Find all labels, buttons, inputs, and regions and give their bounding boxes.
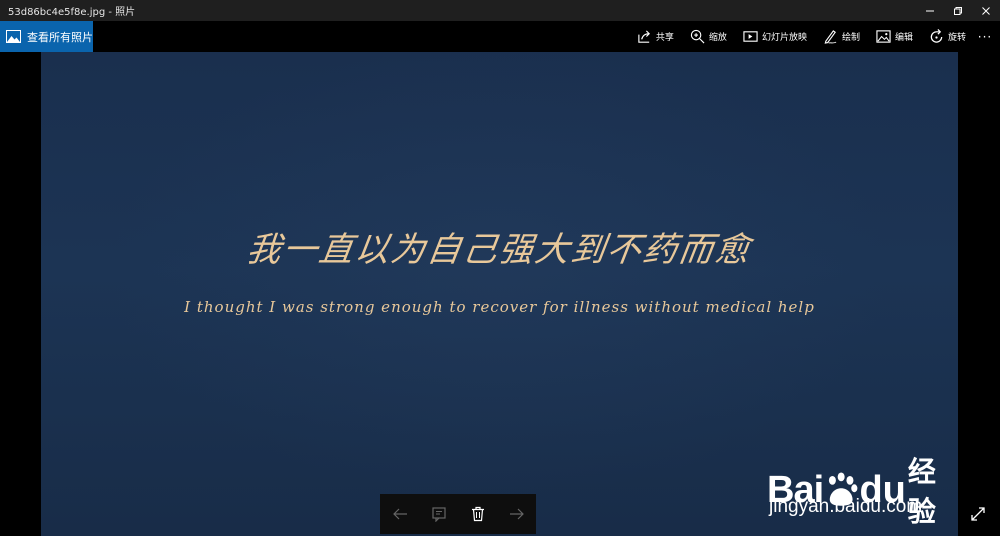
previous-button[interactable] [385, 499, 415, 529]
edit-icon [876, 30, 891, 43]
edit-button[interactable]: 编辑 [868, 21, 921, 52]
minimize-button[interactable] [916, 0, 944, 21]
baidu-logo: Bai du 经验 [767, 450, 957, 530]
zoom-button[interactable]: 缩放 [682, 21, 735, 52]
draw-icon [824, 30, 837, 44]
restore-button[interactable] [944, 0, 972, 21]
zoom-icon [690, 29, 705, 44]
info-button[interactable] [424, 499, 454, 529]
next-button[interactable] [502, 499, 532, 529]
view-all-photos-label: 查看所有照片 [27, 30, 93, 44]
photos-icon [6, 30, 21, 43]
photo-image: 我一直以为自己强大到不药而愈 I thought I was strong en… [41, 52, 958, 536]
close-icon [982, 6, 990, 15]
title-bar: 53d86bc4e5f8e.jpg - 照片 [0, 0, 1000, 21]
info-icon [431, 507, 446, 522]
close-button[interactable] [972, 0, 1000, 21]
delete-button[interactable] [463, 499, 493, 529]
photo-nav-bar [380, 494, 536, 534]
rotate-label: 旋转 [947, 33, 966, 43]
delete-icon [471, 506, 484, 522]
rotate-icon [930, 29, 943, 43]
share-button[interactable]: 共享 [629, 21, 682, 52]
restore-icon [954, 6, 962, 15]
zoom-label: 缩放 [708, 33, 727, 43]
share-label: 共享 [655, 33, 674, 43]
edit-label: 编辑 [894, 33, 913, 43]
window-title: 53d86bc4e5f8e.jpg - 照片 [8, 7, 136, 18]
rotate-button[interactable]: 旋转 [921, 21, 974, 52]
more-button[interactable]: ··· [974, 21, 996, 52]
photo-viewer: 我一直以为自己强大到不药而愈 I thought I was strong en… [0, 52, 1000, 536]
photo-chinese-text: 我一直以为自己强大到不药而愈 [244, 230, 754, 270]
slideshow-icon [743, 31, 758, 42]
slideshow-button[interactable]: 幻灯片放映 [735, 21, 815, 52]
baidu-watermark-url: jingyan.baidu.com [769, 496, 923, 517]
share-icon [638, 30, 650, 43]
minimize-icon [926, 10, 934, 11]
baidu-logo-jingyan: 经验 [907, 456, 936, 527]
previous-icon [392, 508, 407, 520]
draw-label: 绘制 [841, 33, 860, 43]
slideshow-label: 幻灯片放映 [761, 33, 807, 43]
photo-english-text: I thought I was strong enough to recover… [184, 298, 815, 316]
toolbar: 查看所有照片 共享 缩放 幻灯片放映 绘制 编辑 旋转 ··· [0, 21, 1000, 52]
fullscreen-button[interactable] [968, 504, 988, 524]
view-all-photos-button[interactable]: 查看所有照片 [0, 21, 93, 52]
next-icon [509, 508, 524, 520]
expand-icon [971, 507, 985, 521]
baidu-watermark: Bai du 经验 jingyan.baidu.com [767, 426, 957, 527]
draw-button[interactable]: 绘制 [815, 21, 868, 52]
